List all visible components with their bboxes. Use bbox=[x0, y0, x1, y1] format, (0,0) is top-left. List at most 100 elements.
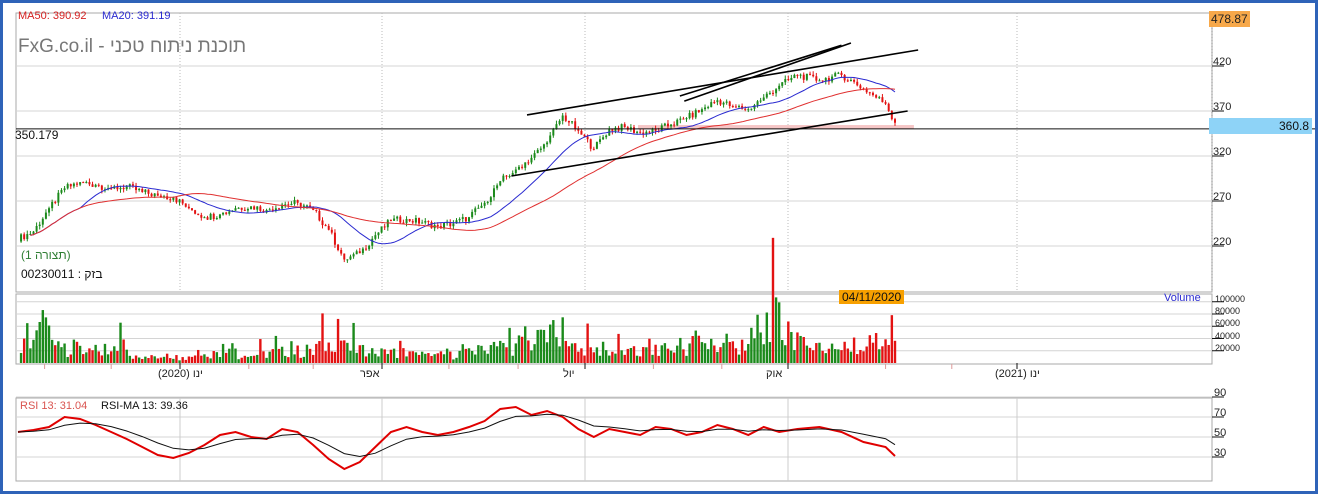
candle-body bbox=[458, 219, 461, 221]
volume-bar bbox=[41, 310, 45, 363]
volume-bar bbox=[54, 345, 57, 363]
volume-bar bbox=[209, 358, 212, 363]
volume-bar bbox=[274, 335, 278, 363]
candle-body bbox=[784, 79, 787, 83]
candle-body bbox=[673, 124, 676, 126]
volume-bar bbox=[262, 351, 265, 363]
candle-body bbox=[243, 209, 246, 211]
volume-bar bbox=[103, 343, 107, 363]
cursor-date-badge: 04/11/2020 bbox=[839, 290, 905, 304]
candle-body bbox=[834, 73, 837, 77]
candle-body bbox=[533, 153, 536, 158]
candle-body bbox=[824, 78, 827, 81]
candle-body bbox=[88, 182, 91, 185]
volume-bar bbox=[374, 353, 377, 363]
volume-bar bbox=[69, 354, 72, 363]
volume-bar bbox=[181, 357, 184, 363]
candle-body bbox=[452, 223, 455, 227]
candle-body bbox=[768, 92, 771, 94]
candle-body bbox=[368, 245, 371, 250]
candle-body bbox=[837, 72, 840, 74]
volume-bar bbox=[623, 354, 626, 363]
volume-bar bbox=[296, 345, 299, 363]
volume-bar bbox=[598, 355, 602, 363]
candle-body bbox=[805, 73, 808, 80]
candle-body bbox=[346, 259, 349, 261]
candle-body bbox=[546, 142, 549, 145]
chart-window: MA50: 390.92 MA20: 391.19 תוכנת ניתוח טכ… bbox=[0, 0, 1318, 494]
volume-bar bbox=[467, 348, 471, 363]
volume-bar bbox=[414, 352, 418, 363]
volume-bar bbox=[265, 357, 268, 363]
candle-body bbox=[184, 203, 187, 207]
volume-bar bbox=[97, 351, 100, 363]
candle-body bbox=[614, 127, 617, 131]
volume-bar bbox=[461, 344, 464, 363]
candle-body bbox=[141, 188, 144, 192]
top-price-badge: 478.87 bbox=[1209, 11, 1250, 27]
candle-body bbox=[561, 115, 564, 121]
rsi-ma-label: RSI-MA 13: 39.36 bbox=[101, 400, 188, 412]
candle-body bbox=[694, 110, 697, 118]
candle-body bbox=[868, 92, 871, 94]
volume-bar bbox=[371, 348, 374, 363]
volume-bar bbox=[116, 351, 119, 363]
candle-body bbox=[691, 112, 694, 118]
volume-bar bbox=[856, 354, 859, 363]
volume-tick-label: 80000 bbox=[1215, 306, 1241, 316]
volume-bar bbox=[159, 357, 163, 363]
candle-body bbox=[169, 199, 172, 201]
volume-bar bbox=[604, 350, 608, 363]
volume-label: Volume bbox=[1164, 292, 1201, 304]
candle-body bbox=[502, 175, 505, 182]
volume-bar bbox=[280, 346, 284, 363]
candle-body bbox=[352, 254, 355, 257]
volume-bar bbox=[91, 350, 94, 363]
volume-bar bbox=[399, 340, 402, 363]
candle-body bbox=[464, 217, 467, 222]
volume-bar bbox=[890, 315, 894, 363]
volume-bar bbox=[162, 356, 166, 363]
candle-body bbox=[212, 213, 215, 220]
volume-bar bbox=[642, 347, 645, 363]
volume-bar bbox=[290, 341, 293, 363]
volume-bar bbox=[799, 335, 802, 363]
chart-canvas[interactable] bbox=[0, 0, 1318, 494]
volume-bar bbox=[580, 348, 583, 363]
candle-body bbox=[894, 119, 896, 123]
candle-body bbox=[60, 190, 63, 193]
candle-body bbox=[156, 193, 159, 196]
volume-bar bbox=[237, 359, 240, 363]
candle-body bbox=[480, 205, 483, 208]
volume-bar bbox=[480, 345, 483, 363]
volume-bar bbox=[663, 343, 667, 363]
volume-bar bbox=[131, 358, 135, 363]
candle-body bbox=[361, 248, 364, 254]
candle-body bbox=[63, 188, 66, 191]
candle-body bbox=[421, 222, 424, 224]
candle-body bbox=[358, 251, 361, 254]
candle-body bbox=[685, 118, 688, 120]
volume-bar bbox=[122, 339, 125, 363]
volume-bar bbox=[72, 339, 76, 363]
volume-bar bbox=[109, 351, 113, 363]
candle-body bbox=[707, 107, 710, 109]
candle-body bbox=[172, 197, 175, 200]
volume-bar bbox=[840, 350, 843, 363]
candle-body bbox=[374, 235, 377, 239]
hline-price-label: 350.179 bbox=[15, 128, 59, 142]
volume-bar bbox=[175, 355, 178, 363]
volume-bar bbox=[837, 349, 840, 363]
volume-bar bbox=[364, 356, 368, 363]
volume-bar bbox=[697, 335, 701, 363]
volume-bar bbox=[774, 297, 778, 363]
rsi-lines bbox=[17, 405, 896, 471]
candle-body bbox=[589, 139, 592, 149]
candle-body bbox=[781, 82, 784, 86]
volume-bar bbox=[402, 348, 405, 363]
volume-bar bbox=[35, 330, 38, 363]
candle-body bbox=[483, 202, 486, 206]
candle-body bbox=[284, 204, 287, 206]
volume-bar bbox=[169, 358, 172, 363]
volume-bar bbox=[868, 335, 872, 363]
